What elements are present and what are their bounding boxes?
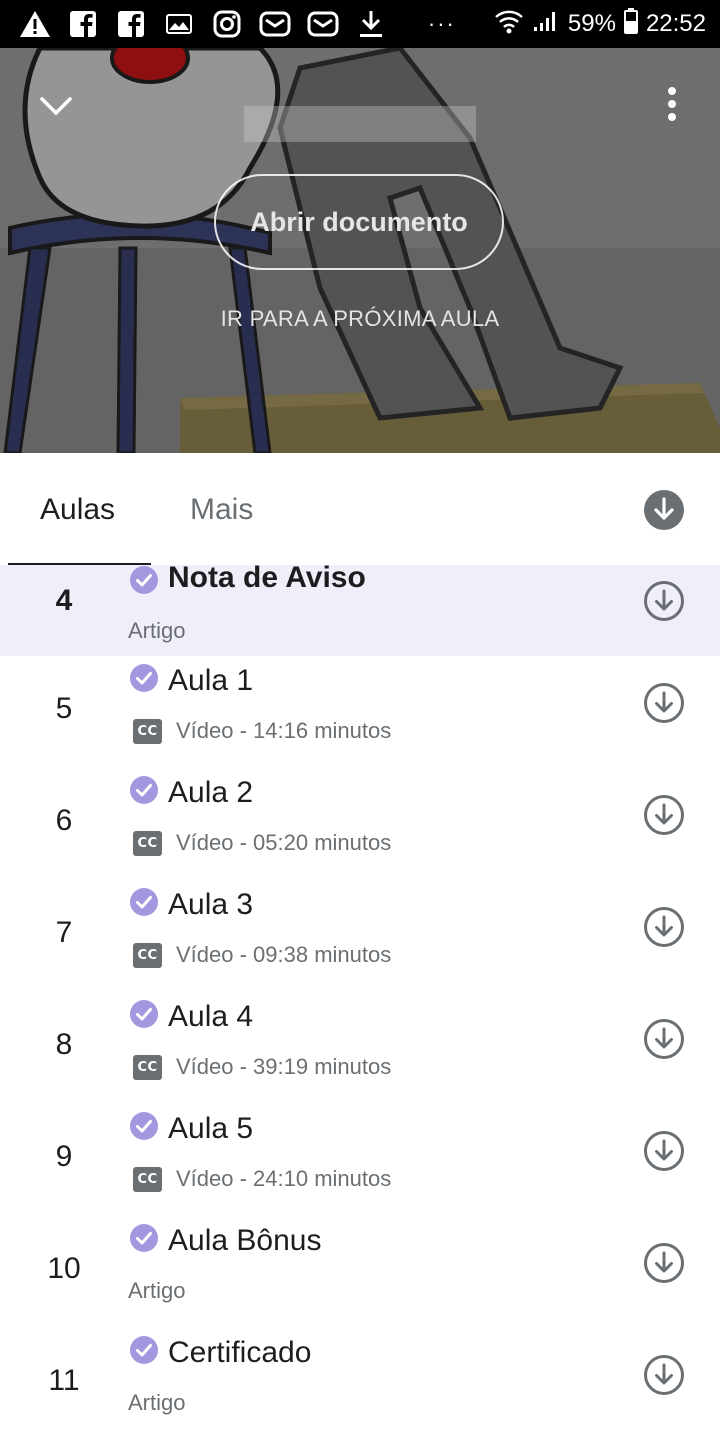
lesson-meta: CC Vídeo - 09:38 minutos <box>133 942 391 968</box>
completed-check-icon[interactable] <box>130 1336 158 1364</box>
closed-captions-icon: CC <box>133 718 162 744</box>
wifi-icon <box>494 7 524 42</box>
lesson-number: 7 <box>55 916 73 949</box>
next-lesson-link[interactable]: IR PARA A PRÓXIMA AULA <box>0 306 720 332</box>
download-icon[interactable] <box>643 794 685 836</box>
mail-icon <box>306 7 340 41</box>
battery-level: 59% <box>567 10 616 37</box>
lesson-meta: Artigo <box>128 618 185 644</box>
lesson-number: 10 <box>47 1252 81 1285</box>
download-icon[interactable] <box>643 682 685 724</box>
lesson-meta-text: Vídeo - 39:19 minutos <box>176 1054 392 1079</box>
signal-icon <box>532 9 560 40</box>
lesson-title: Aula 4 <box>168 1000 254 1033</box>
lesson-number: 8 <box>55 1028 73 1061</box>
collapse-button[interactable] <box>34 84 78 128</box>
more-vertical-icon <box>668 87 676 121</box>
closed-captions-icon: CC <box>133 830 162 856</box>
download-icon[interactable] <box>643 1130 685 1172</box>
instagram-icon <box>210 7 244 41</box>
download-icon[interactable] <box>643 580 685 622</box>
closed-captions-icon: CC <box>133 1166 162 1192</box>
download-icon[interactable] <box>643 1354 685 1396</box>
lesson-number: 11 <box>48 1364 80 1397</box>
lesson-meta: CC Vídeo - 24:10 minutos <box>133 1166 391 1192</box>
completed-check-icon[interactable] <box>130 888 158 916</box>
lesson-row[interactable]: 4 Nota de Aviso Artigo <box>0 561 720 656</box>
tab-aulas[interactable]: Aulas <box>40 493 115 527</box>
download-icon[interactable] <box>643 906 685 948</box>
download-icon[interactable] <box>643 1018 685 1060</box>
download-all-button[interactable] <box>643 489 685 531</box>
completed-check-icon[interactable] <box>130 1000 158 1028</box>
lesson-title-placeholder <box>244 106 476 142</box>
download-icon <box>354 7 388 41</box>
lesson-title: Aula 3 <box>168 888 254 921</box>
lesson-meta: Artigo <box>128 1278 185 1304</box>
course-tabs: Aulas Mais <box>0 453 720 565</box>
lesson-meta: CC Vídeo - 05:20 minutos <box>133 830 391 856</box>
lesson-title: Aula 1 <box>168 664 254 697</box>
lesson-meta-text: Artigo <box>128 618 186 643</box>
facebook-icon <box>114 7 148 41</box>
completed-check-icon[interactable] <box>130 776 158 804</box>
completed-check-icon[interactable] <box>130 664 158 692</box>
completed-check-icon[interactable] <box>130 566 158 594</box>
image-icon <box>162 7 196 41</box>
mail-icon <box>258 7 292 41</box>
chevron-down-icon <box>40 97 72 116</box>
download-circle-filled-icon <box>644 490 684 530</box>
lesson-number: 5 <box>55 692 73 725</box>
lesson-row[interactable]: 11 Certificado Artigo <box>0 1328 720 1440</box>
battery-icon <box>623 7 638 41</box>
more-notifications-dots: ··· <box>427 11 456 36</box>
tab-mais[interactable]: Mais <box>190 493 253 527</box>
download-icon[interactable] <box>643 1242 685 1284</box>
lesson-meta-text: Artigo <box>128 1390 186 1415</box>
lesson-meta-text: Artigo <box>128 1278 186 1303</box>
completed-check-icon[interactable] <box>130 1224 158 1252</box>
notification-icons <box>18 7 388 41</box>
lesson-number: 6 <box>55 804 73 837</box>
lesson-title: Aula Bônus <box>168 1224 322 1257</box>
closed-captions-icon: CC <box>133 1054 162 1080</box>
lesson-title: Nota de Aviso <box>168 561 366 594</box>
lesson-number: 9 <box>55 1140 73 1173</box>
lesson-title: Aula 2 <box>168 776 254 809</box>
open-document-button[interactable]: Abrir documento <box>214 174 504 270</box>
lesson-meta-text: Vídeo - 14:16 minutos <box>176 718 392 743</box>
lesson-row[interactable]: 5 Aula 1 CC Vídeo - 14:16 minutos <box>0 656 720 768</box>
warning-icon <box>18 7 52 41</box>
lesson-number: 4 <box>55 584 73 617</box>
lesson-meta: Artigo <box>128 1390 185 1416</box>
lesson-meta-text: Vídeo - 24:10 minutos <box>176 1166 392 1191</box>
lesson-title: Certificado <box>168 1336 312 1369</box>
completed-check-icon[interactable] <box>130 1112 158 1140</box>
lesson-row[interactable]: 10 Aula Bônus Artigo <box>0 1216 720 1328</box>
lesson-preview[interactable]: Abrir documento IR PARA A PRÓXIMA AULA <box>0 48 720 453</box>
lesson-meta: CC Vídeo - 39:19 minutos <box>133 1054 391 1080</box>
facebook-icon <box>66 7 100 41</box>
lesson-meta: CC Vídeo - 14:16 minutos <box>133 718 391 744</box>
lesson-row[interactable]: 7 Aula 3 CC Vídeo - 09:38 minutos <box>0 880 720 992</box>
lesson-row[interactable]: 6 Aula 2 CC Vídeo - 05:20 minutos <box>0 768 720 880</box>
lesson-meta-text: Vídeo - 09:38 minutos <box>176 942 392 967</box>
more-options-button[interactable] <box>650 80 694 128</box>
lesson-row[interactable]: 8 Aula 4 CC Vídeo - 39:19 minutos <box>0 992 720 1104</box>
clock: 22:52 <box>645 10 706 37</box>
lesson-title: Aula 5 <box>168 1112 254 1145</box>
lesson-row[interactable]: 9 Aula 5 CC Vídeo - 24:10 minutos <box>0 1104 720 1216</box>
lesson-list: 4 Nota de Aviso Artigo 5 Aula 1 CC Vídeo - 14:… <box>0 561 720 1440</box>
status-bar: ··· 59% 22:52 <box>0 0 720 48</box>
lesson-meta-text: Vídeo - 05:20 minutos <box>176 830 392 855</box>
closed-captions-icon: CC <box>133 942 162 968</box>
